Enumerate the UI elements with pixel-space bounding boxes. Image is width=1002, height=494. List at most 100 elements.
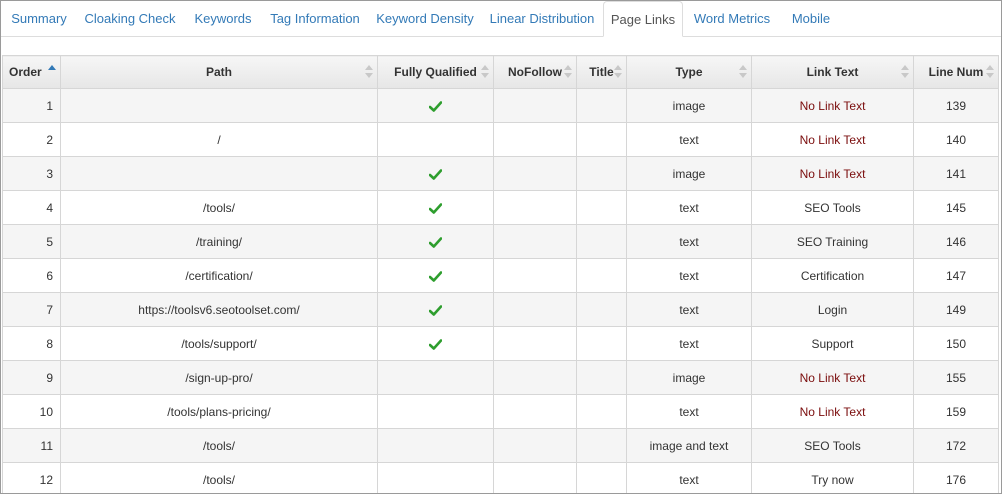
cell-path: / [60,122,378,157]
cell-nofollow [493,190,577,225]
cell-fully-qualified [377,394,494,429]
table-row[interactable]: 6/certification/text Certification 147 [2,258,999,293]
cell-order: 2 [2,122,61,157]
cell-line-num: 146 [913,224,999,259]
cell-fully-qualified [377,88,494,123]
cell-type: text [626,292,752,327]
cell-title [576,394,627,429]
cell-path: /tools/support/ [60,326,378,361]
cell-link-text: SEO Tools [751,190,914,225]
cell-nofollow [493,156,577,191]
table-row[interactable]: 1 image No Link Text 139 [2,88,999,123]
tab-word-metrics[interactable]: Word Metrics [685,1,779,36]
cell-fully-qualified [377,224,494,259]
tab-keyword-density[interactable]: Keyword Density [369,1,481,36]
cell-link-text: No Link Text [751,88,914,123]
cell-fully-qualified [377,122,494,157]
cell-type: text [626,326,752,361]
checkmark-icon [429,203,442,214]
tab-keywords[interactable]: Keywords [185,1,261,36]
column-header-path[interactable]: Path [60,55,378,89]
cell-nofollow [493,122,577,157]
cell-path: https://toolsv6.seotoolset.com/ [60,292,378,327]
cell-link-text: No Link Text [751,156,914,191]
column-header-label: Fully Qualified [394,65,477,79]
tab-summary[interactable]: Summary [3,1,75,36]
table-body: 1 image No Link Text 139 2/text No Link Text 1… [2,88,999,493]
table-row[interactable]: 10/tools/plans-pricing/text No Link Text 1… [2,394,999,429]
cell-line-num: 139 [913,88,999,123]
cell-type: text [626,224,752,259]
table-row[interactable]: 12/tools/text Try now 176 [2,462,999,493]
sort-ascending-icon [48,65,56,79]
table-row[interactable]: 5/training/text SEO Training 146 [2,224,999,259]
cell-nofollow [493,360,577,395]
column-header-nofollow[interactable]: NoFollow [493,55,577,89]
cell-type: text [626,394,752,429]
cell-title [576,292,627,327]
table-row[interactable]: 7 https://toolsv6.seotoolset.com/text Logi… [2,292,999,327]
cell-fully-qualified [377,360,494,395]
cell-line-num: 149 [913,292,999,327]
column-header-label: Line Num [928,65,984,79]
table-row[interactable]: 4/tools/text SEO Tools 145 [2,190,999,225]
cell-link-text: Login [751,292,914,327]
checkmark-icon [429,305,442,316]
table-row[interactable]: 9/sign-up-pro/image No Link Text 155 [2,360,999,395]
app-window: Summary Cloaking Check Keywords Tag Info… [0,0,1002,494]
cell-order: 9 [2,360,61,395]
page-links-table: Order Path Fully Qualified NoFollow Titl… [2,55,999,493]
cell-line-num: 141 [913,156,999,191]
column-header-fully-qualified[interactable]: Fully Qualified [377,55,494,89]
column-header-label: Title [589,65,614,79]
cell-path: /sign-up-pro/ [60,360,378,395]
tab-mobile[interactable]: Mobile [781,1,841,36]
column-header-label: Type [675,65,703,79]
cell-link-text: SEO Training [751,224,914,259]
cell-path: /tools/plans-pricing/ [60,394,378,429]
cell-line-num: 159 [913,394,999,429]
table-row[interactable]: 3 image No Link Text 141 [2,156,999,191]
tab-linear-distribution[interactable]: Linear Distribution [483,1,601,36]
cell-type: text [626,258,752,293]
column-header-label: Link Text [806,65,859,79]
cell-link-text: Certification [751,258,914,293]
cell-order: 1 [2,88,61,123]
column-header-link-text[interactable]: Link Text [751,55,914,89]
cell-title [576,122,627,157]
tab-cloaking-check[interactable]: Cloaking Check [77,1,183,36]
cell-nofollow [493,258,577,293]
column-header-label: NoFollow [508,65,562,79]
column-header-line-num[interactable]: Line Num [913,55,999,89]
table-row[interactable]: 8/tools/support/text Support 150 [2,326,999,361]
cell-path: /tools/ [60,462,378,493]
cell-type: text [626,190,752,225]
checkmark-icon [429,101,442,112]
checkmark-icon [429,237,442,248]
table-header-row: Order Path Fully Qualified NoFollow Titl… [2,55,999,89]
sort-icon [564,65,572,79]
column-header-order[interactable]: Order [2,55,61,89]
cell-type: image and text [626,428,752,463]
cell-order: 10 [2,394,61,429]
cell-title [576,360,627,395]
cell-path [60,156,378,191]
tab-tag-information[interactable]: Tag Information [263,1,367,36]
sort-icon [739,65,747,79]
column-header-type[interactable]: Type [626,55,752,89]
table-row[interactable]: 11/tools/image and text SEO Tools 172 [2,428,999,463]
table-row[interactable]: 2/ text No Link Text 140 [2,122,999,157]
cell-type: image [626,360,752,395]
cell-link-text: No Link Text [751,394,914,429]
cell-link-text: SEO Tools [751,428,914,463]
cell-fully-qualified [377,326,494,361]
checkmark-icon [429,339,442,350]
cell-order: 6 [2,258,61,293]
cell-order: 3 [2,156,61,191]
tab-page-links[interactable]: Page Links [603,1,683,37]
cell-link-text: Support [751,326,914,361]
cell-title [576,156,627,191]
cell-link-text: Try now [751,462,914,493]
cell-nofollow [493,326,577,361]
column-header-title[interactable]: Title [576,55,627,89]
